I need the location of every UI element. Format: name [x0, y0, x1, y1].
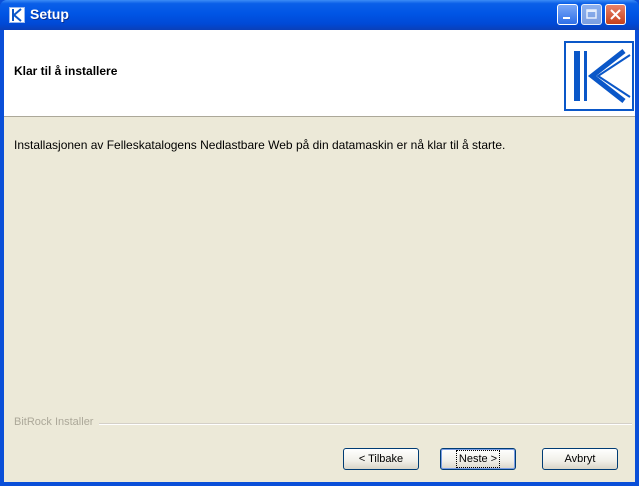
close-button[interactable]: [605, 4, 626, 25]
maximize-button[interactable]: [581, 4, 602, 25]
ready-message: Installasjonen av Felleskatalogens Nedla…: [14, 138, 506, 152]
window-title: Setup: [30, 6, 69, 22]
next-button-label: Neste >: [455, 450, 501, 468]
product-logo-icon: [564, 41, 634, 111]
cancel-button[interactable]: Avbryt: [542, 448, 618, 470]
installer-brand-label: BitRock Installer: [14, 416, 100, 428]
next-button[interactable]: Neste >: [440, 448, 516, 470]
footer-divider: [14, 423, 632, 425]
cancel-button-label: Avbryt: [564, 453, 596, 465]
setup-window: Setup Klar til å installere Installasjon…: [0, 0, 639, 486]
title-bar[interactable]: Setup: [0, 0, 639, 30]
page-title: Klar til å installere: [14, 64, 118, 78]
app-icon: [9, 7, 25, 23]
back-button[interactable]: < Tilbake: [343, 448, 419, 470]
back-button-label: < Tilbake: [358, 453, 404, 465]
dialog-client-area: Klar til å installere Installasjonen av …: [4, 30, 635, 482]
wizard-header: Klar til å installere: [4, 30, 635, 117]
minimize-button[interactable]: [557, 4, 578, 25]
